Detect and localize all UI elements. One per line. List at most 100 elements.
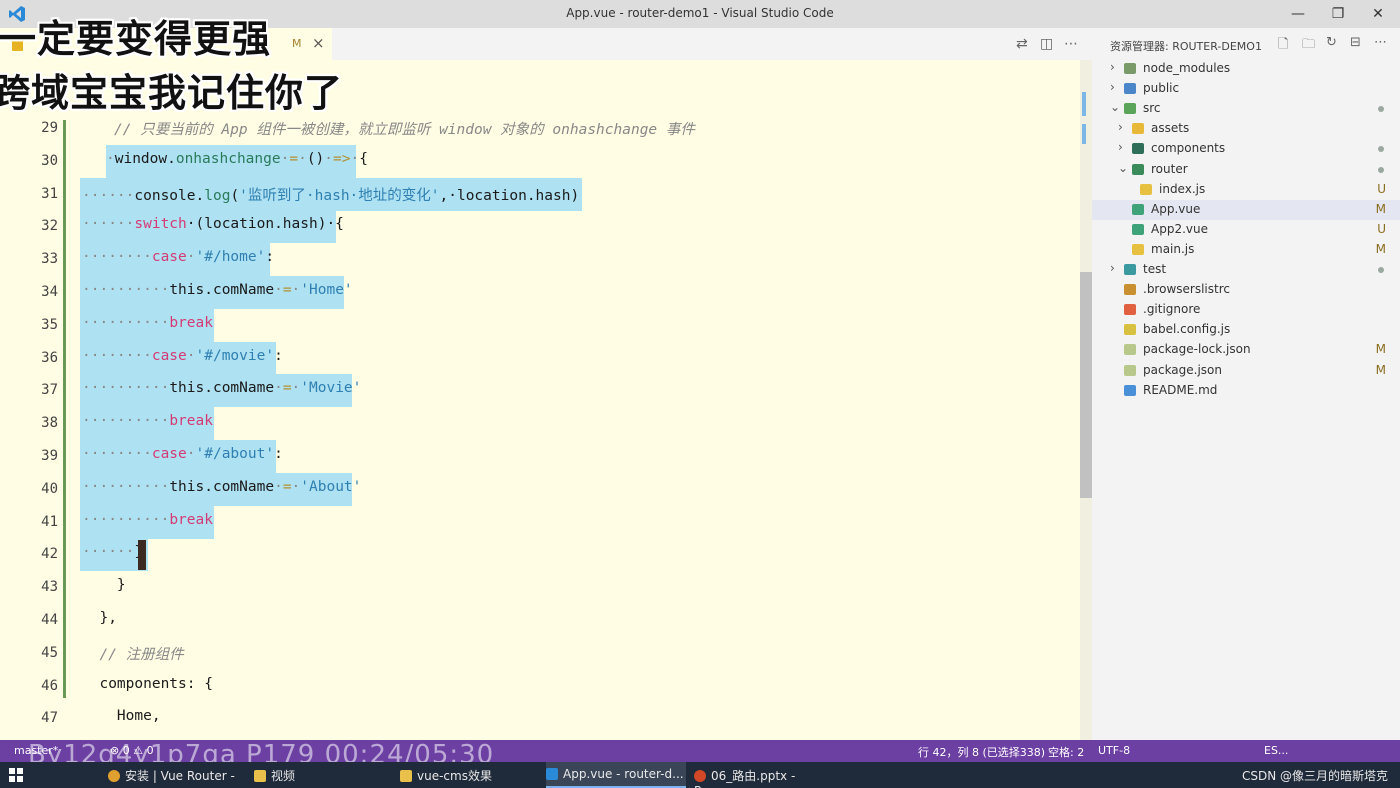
explorer-item-label: babel.config.js — [1143, 322, 1231, 337]
chevron-down-icon[interactable]: ⌄ — [1118, 161, 1128, 175]
explorer-item[interactable]: .gitignore — [1092, 300, 1400, 320]
line-number: 46 — [41, 677, 58, 694]
code-line[interactable]: 46 components: { — [0, 670, 1080, 702]
line-number: 47 — [41, 710, 58, 727]
code-line[interactable]: 43 } — [0, 571, 1080, 603]
explorer-item[interactable]: package-lock.json M — [1092, 340, 1400, 360]
git-status-badge: M — [1375, 342, 1386, 357]
chevron-right-icon[interactable]: › — [1110, 60, 1115, 74]
git-status-badge: U — [1377, 221, 1386, 236]
new-folder-icon[interactable]: 🗀 — [1302, 35, 1315, 57]
code-line[interactable]: 30 ·window.onhashchange·=·()·=>·{ — [0, 144, 1080, 178]
code-line[interactable]: 37 ··········this.comName·=·'Movie' — [0, 374, 1080, 408]
git-compare-icon[interactable]: ⇄ — [1016, 36, 1028, 52]
code-line[interactable]: 41 ··········break — [0, 505, 1080, 539]
line-number: 29 — [41, 120, 58, 136]
maximize-button[interactable]: ❐ — [1318, 3, 1358, 25]
code-text: ··········this.comName·=·'Movie' — [82, 380, 362, 397]
task-folder-video[interactable]: 视频 — [254, 762, 390, 788]
explorer-item-label: .gitignore — [1143, 302, 1201, 317]
explorer-item-label: node_modules — [1143, 61, 1231, 75]
explorer-item[interactable]: ⌄ src — [1092, 99, 1400, 119]
line-number: 38 — [41, 415, 58, 432]
folder-icon — [1124, 103, 1136, 115]
explorer-item[interactable]: package.json M — [1092, 361, 1400, 381]
folder-icon — [1124, 83, 1136, 95]
code-text: ··········break — [82, 511, 213, 528]
explorer-item[interactable]: babel.config.js — [1092, 320, 1400, 340]
windows-start-icon[interactable] — [9, 768, 23, 782]
collapse-all-icon[interactable]: ⊟ — [1350, 35, 1361, 50]
chevron-right-icon[interactable]: › — [1110, 261, 1115, 275]
code-line[interactable]: 36 ········case·'#/movie': — [0, 341, 1080, 375]
folder-icon — [1124, 63, 1136, 74]
line-number: 30 — [41, 152, 58, 169]
more-icon[interactable]: ⋯ — [1374, 35, 1387, 50]
scroll-thumb[interactable] — [1080, 272, 1092, 498]
git-status-badge: M — [1375, 241, 1386, 256]
task-folder-cms[interactable]: vue-cms效果 — [400, 762, 536, 788]
code-text: }, — [82, 610, 117, 626]
chevron-down-icon[interactable]: ⌄ — [1110, 100, 1120, 114]
code-line[interactable]: 42 ······} — [0, 538, 1080, 572]
explorer-item[interactable]: index.js U — [1092, 180, 1400, 200]
task-vscode[interactable]: App.vue - router-d... — [546, 762, 686, 788]
code-line[interactable]: 38 ··········break — [0, 407, 1080, 441]
code-text: ········case·'#/about': — [82, 446, 283, 462]
code-line[interactable]: 47 Home, — [0, 702, 1080, 734]
line-number: 31 — [41, 185, 58, 202]
explorer-item[interactable]: README.md — [1092, 381, 1400, 401]
explorer-item[interactable]: › public — [1092, 79, 1400, 99]
code-line[interactable]: 39 ········case·'#/about': — [0, 440, 1080, 473]
explorer-item[interactable]: App.vue M — [1092, 199, 1400, 220]
file-icon — [1132, 223, 1144, 235]
git-status-dot — [1378, 106, 1384, 113]
line-number: 44 — [41, 612, 58, 628]
line-number: 39 — [41, 448, 58, 464]
code-line[interactable]: 33 ········case·'#/home': — [0, 243, 1080, 277]
line-number: 36 — [41, 349, 58, 366]
code-line[interactable]: 34 ··········this.comName·=·'Home' — [0, 276, 1080, 309]
explorer-item-label: test — [1143, 262, 1167, 276]
encoding[interactable]: UTF-8 — [1098, 744, 1130, 757]
code-editor[interactable]: 29 // 只要当前的 App 组件一被创建，就立即监听 window 对象的 o… — [0, 60, 1080, 740]
cursor-position[interactable]: 行 42，列 8 (已选择338) — [918, 744, 1045, 760]
explorer-item[interactable]: › node_modules — [1092, 59, 1400, 79]
new-file-icon[interactable]: 🗋 — [1278, 35, 1288, 57]
more-actions-icon[interactable]: ⋯ — [1064, 36, 1078, 52]
task-powerpoint[interactable]: 06_路由.pptx - Pow... — [694, 762, 830, 788]
language-mode[interactable]: ES... — [1264, 744, 1288, 757]
git-status-dot — [1378, 146, 1384, 153]
code-line[interactable]: 35 ··········break — [0, 308, 1080, 342]
code-line[interactable]: 45 // 注册组件 — [0, 637, 1080, 669]
powerpoint-icon — [694, 770, 706, 782]
code-line[interactable]: 44 }, — [0, 604, 1080, 636]
split-editor-icon[interactable]: ◫ — [1040, 36, 1053, 52]
task-chrome[interactable]: 安装 | Vue Router - ... — [108, 762, 244, 788]
explorer-item-label: package.json — [1143, 362, 1223, 377]
file-icon — [1124, 364, 1136, 376]
git-status-badge: M — [1375, 362, 1386, 377]
code-line[interactable]: 32 ······switch·(location.hash)·{ — [0, 210, 1080, 244]
editor-scrollbar[interactable] — [1080, 60, 1092, 740]
explorer-item[interactable]: ⌄ router — [1092, 160, 1400, 180]
explorer-item-label: App2.vue — [1151, 221, 1208, 236]
git-status-dot — [1378, 267, 1384, 273]
tab-close-icon[interactable]: × — [312, 34, 325, 52]
chevron-right-icon[interactable]: › — [1118, 120, 1123, 134]
folder-icon — [1132, 163, 1144, 175]
chevron-right-icon[interactable]: › — [1110, 80, 1115, 94]
refresh-icon[interactable]: ↻ — [1326, 35, 1337, 50]
explorer-item[interactable]: › components — [1092, 139, 1400, 159]
explorer-item[interactable]: › assets — [1092, 119, 1400, 139]
explorer-item[interactable]: .browserslistrc — [1092, 280, 1400, 300]
indentation[interactable]: 空格: 2 — [1048, 744, 1084, 760]
minimize-button[interactable]: — — [1278, 3, 1318, 25]
chevron-right-icon[interactable]: › — [1118, 140, 1123, 154]
close-window-button[interactable]: ✕ — [1358, 3, 1398, 25]
explorer-item[interactable]: › test — [1092, 260, 1400, 280]
explorer-item[interactable]: main.js M — [1092, 240, 1400, 260]
code-line[interactable]: 40 ··········this.comName·=·'About' — [0, 472, 1080, 506]
explorer-item[interactable]: App2.vue U — [1092, 220, 1400, 240]
code-line[interactable]: 31 ······console.log('监听到了·hash·地址的变化',·l… — [0, 177, 1080, 211]
